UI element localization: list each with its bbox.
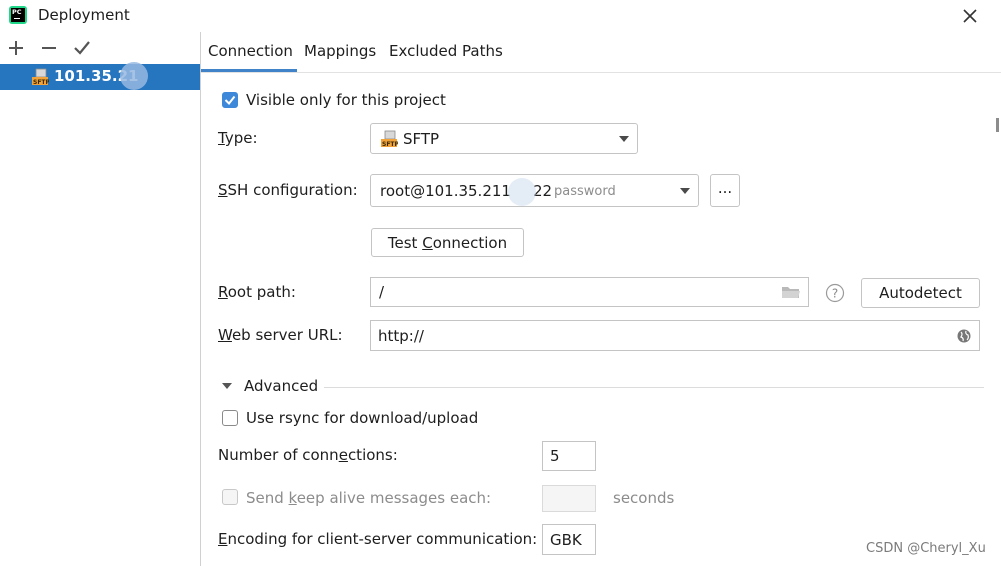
chevron-down-icon <box>619 136 629 142</box>
sftp-icon: SFTP <box>381 130 398 148</box>
encoding-input[interactable]: GBK <box>542 524 596 555</box>
tab-mappings[interactable]: Mappings <box>304 42 376 60</box>
root-path-value: / <box>379 283 385 301</box>
keep-alive-label: Send keep alive messages each: <box>246 489 492 507</box>
folder-icon[interactable] <box>781 284 801 300</box>
help-icon[interactable]: ? <box>825 283 845 303</box>
window-title: Deployment <box>38 6 130 24</box>
type-label: Type: <box>218 129 258 147</box>
use-rsync-label: Use rsync for download/upload <box>246 409 479 427</box>
keep-alive-unit: seconds <box>613 489 675 507</box>
globe-icon[interactable] <box>956 328 972 344</box>
root-path-input[interactable]: / <box>370 277 809 307</box>
encoding-label: Encoding for client-server communication… <box>218 530 538 548</box>
type-combobox[interactable]: SFTP SFTP <box>370 123 638 154</box>
sftp-server-icon: SFTP <box>32 68 49 86</box>
close-icon[interactable] <box>958 4 982 28</box>
root-path-label: Root path: <box>218 283 296 301</box>
web-server-url-input[interactable]: http:// <box>370 320 980 351</box>
collapse-triangle-icon[interactable] <box>221 381 233 391</box>
tab-excluded-paths[interactable]: Excluded Paths <box>389 42 503 60</box>
use-rsync-checkbox[interactable] <box>222 410 238 426</box>
svg-text:?: ? <box>832 287 838 301</box>
watermark: CSDN @Cheryl_Xu <box>866 541 986 556</box>
keep-alive-input[interactable] <box>542 485 596 512</box>
ssh-config-auth: password <box>554 184 616 199</box>
pycharm-app-icon: PC <box>9 6 27 24</box>
tabs-divider <box>201 72 1001 73</box>
redaction-blur <box>508 178 536 206</box>
number-of-connections-label: Number of connections: <box>218 446 398 464</box>
encoding-value: GBK <box>550 531 582 549</box>
set-default-check-icon[interactable] <box>72 38 92 58</box>
number-of-connections-value: 5 <box>550 447 560 465</box>
advanced-section-label[interactable]: Advanced <box>244 377 318 395</box>
autodetect-button[interactable]: Autodetect <box>861 278 980 308</box>
ssh-config-browse-button[interactable]: ... <box>710 174 740 207</box>
window-edge-marker <box>996 118 999 132</box>
redaction-blur <box>120 62 148 90</box>
remove-icon[interactable] <box>39 38 59 58</box>
number-of-connections-input[interactable]: 5 <box>542 441 596 471</box>
title-bar: PC Deployment <box>0 0 1001 32</box>
web-server-url-label: Web server URL: <box>218 326 343 344</box>
advanced-separator <box>324 387 984 388</box>
svg-text:SFTP: SFTP <box>382 141 398 148</box>
svg-text:SFTP: SFTP <box>33 79 49 86</box>
type-value: SFTP <box>403 130 440 148</box>
keep-alive-checkbox[interactable] <box>222 489 238 505</box>
chevron-down-icon <box>680 188 690 194</box>
ssh-config-label: SSH configuration: <box>218 181 358 199</box>
web-server-url-value: http:// <box>378 327 424 345</box>
add-icon[interactable] <box>6 38 26 58</box>
visible-only-checkbox[interactable] <box>222 92 238 108</box>
checkmark-icon <box>224 95 236 106</box>
visible-only-label: Visible only for this project <box>246 91 446 109</box>
ssh-config-host: root@101.35.211 <box>380 182 511 200</box>
test-connection-button[interactable]: Test Connection <box>371 228 524 257</box>
server-list-panel <box>0 32 201 566</box>
tab-connection[interactable]: Connection <box>208 42 293 60</box>
